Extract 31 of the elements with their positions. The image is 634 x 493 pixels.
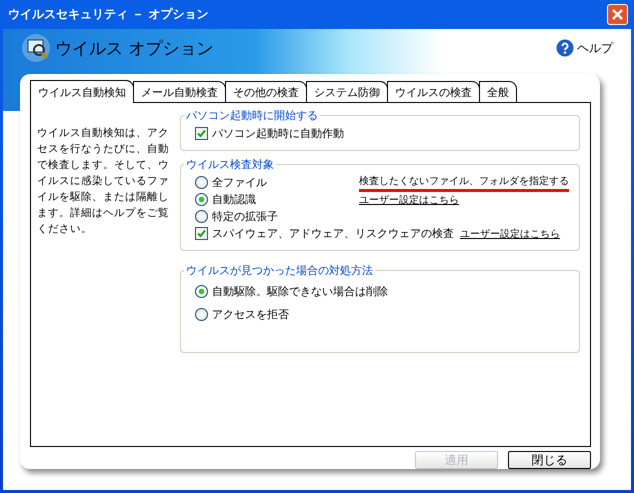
radio-option[interactable]: 特定の拡張子 [195, 209, 353, 224]
help-link[interactable]: ヘルプ [556, 39, 613, 57]
tab[interactable]: ウイルス自動検知 [30, 80, 134, 103]
close-icon [611, 8, 624, 21]
radio-option[interactable]: 自動駆除。駆除できない場合は削除 [195, 284, 388, 299]
checkbox[interactable] [195, 127, 208, 140]
radio-button[interactable] [195, 176, 208, 189]
description-text: ウイルス自動検知は、アクセスを行なうたびに、自動で検査します。そして、ウイルスに感染しているファイルを駆除、または隔離します。詳細はヘルプをご覧ください。 [37, 126, 170, 237]
close-button[interactable] [607, 4, 628, 25]
help-icon [556, 39, 574, 57]
checkbox[interactable] [195, 227, 208, 240]
radio-button[interactable] [195, 308, 208, 321]
settings-link[interactable]: ユーザー設定はこちら [460, 226, 560, 240]
header-title: ウイルス オプション [55, 38, 214, 60]
radio-option[interactable]: アクセスを拒否 [195, 307, 353, 322]
radio-option[interactable]: 全ファイル [195, 175, 353, 190]
checkbox-option[interactable]: スパイウェア、アドウェア、リスクウェアの検査 [195, 226, 454, 241]
group-title: ウイルスが見つかった場合の対処方法 [185, 263, 374, 278]
checkbox-option[interactable]: パソコン起動時に自動作動 [195, 126, 353, 141]
monitor-magnifier-icon [21, 33, 51, 63]
radio-button[interactable] [195, 193, 208, 206]
settings-link[interactable]: ユーザー設定はこちら [359, 192, 459, 206]
close-dialog-button[interactable]: 閉じる [508, 451, 591, 469]
tab[interactable]: 全般 [479, 81, 517, 102]
window-title: ウイルスセキュリティ － オプション [8, 6, 208, 23]
group-title: パソコン起動時に開始する [185, 108, 319, 123]
radio-option[interactable]: 自動認識 [195, 192, 353, 207]
group-title: ウイルス検査対象 [185, 157, 275, 172]
radio-button[interactable] [195, 210, 208, 223]
settings-link[interactable]: 検査したくないファイル、フォルダを指定する [359, 174, 569, 192]
radio-button[interactable] [195, 285, 208, 298]
